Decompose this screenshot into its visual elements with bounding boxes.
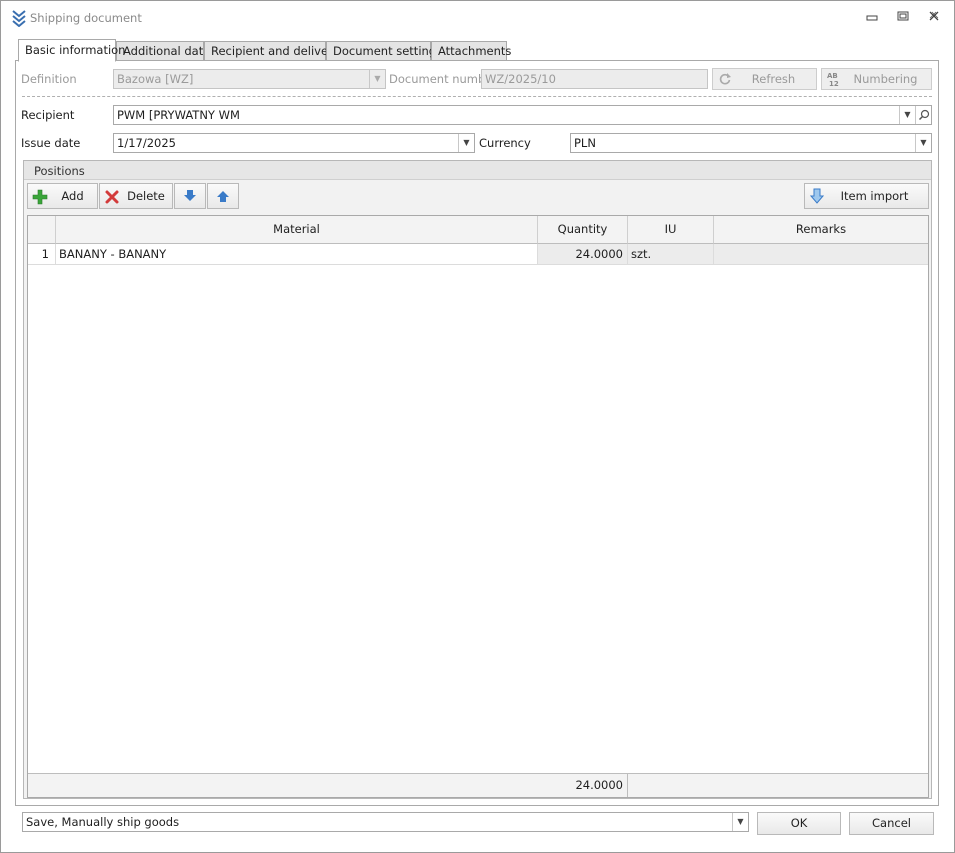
positions-header: Positions <box>24 161 931 180</box>
row-number-cell: 1 <box>28 244 56 265</box>
chevron-down-icon[interactable]: ▼ <box>732 813 748 831</box>
row-number-header <box>28 216 56 244</box>
positions-grid: Material Quantity IU Remarks 1 BANANY - … <box>27 215 929 798</box>
window-title: Shipping document <box>30 11 142 25</box>
import-icon <box>809 188 825 212</box>
currency-select[interactable]: PLN ▼ <box>570 133 932 153</box>
column-header-iu[interactable]: IU <box>628 216 714 244</box>
restore-icon[interactable] <box>894 10 912 26</box>
iu-cell[interactable]: szt. <box>628 244 714 265</box>
app-logo-icon <box>11 9 27 28</box>
arrow-down-icon <box>183 189 197 209</box>
chevron-down-icon: ▼ <box>369 70 385 88</box>
search-icon[interactable] <box>915 106 931 124</box>
basic-information-panel: Definition Bazowa [WZ] ▼ Document number… <box>15 60 939 806</box>
move-down-button[interactable] <box>174 183 206 209</box>
positions-title: Positions <box>34 164 85 178</box>
numbering-icon: AB 12 <box>827 71 843 89</box>
tab-additional-data[interactable]: Additional data <box>116 41 210 61</box>
refresh-icon <box>718 72 732 92</box>
refresh-button[interactable]: Refresh <box>712 68 817 90</box>
refresh-label: Refresh <box>751 72 796 86</box>
recipient-field[interactable]: PWM [PRYWATNY WM ▼ <box>113 105 932 125</box>
shipping-document-window: Shipping document Basic information Addi… <box>0 0 955 853</box>
add-button[interactable]: Add <box>27 183 98 209</box>
chevron-down-icon[interactable]: ▼ <box>915 134 931 152</box>
tab-recipient-and-delivery[interactable]: Recipient and delivery <box>204 41 340 61</box>
total-quantity: 24.0000 <box>538 774 628 797</box>
cancel-button[interactable]: Cancel <box>849 812 934 835</box>
issue-date-label: Issue date <box>21 136 81 150</box>
separator-line <box>22 96 932 97</box>
numbering-button[interactable]: AB 12 Numbering <box>821 68 932 90</box>
arrow-up-icon <box>216 189 230 209</box>
column-header-quantity[interactable]: Quantity <box>538 216 628 244</box>
move-up-button[interactable] <box>207 183 239 209</box>
minimize-icon[interactable] <box>863 10 881 26</box>
column-header-material[interactable]: Material <box>56 216 538 244</box>
chevron-down-icon[interactable]: ▼ <box>899 106 915 124</box>
definition-value: Bazowa [WZ] <box>117 72 194 86</box>
tab-attachments[interactable]: Attachments <box>431 41 511 61</box>
issue-date-field[interactable]: 1/17/2025 ▼ <box>113 133 475 153</box>
svg-text:12: 12 <box>829 80 839 87</box>
quantity-cell[interactable]: 24.0000 <box>538 244 628 265</box>
grid-footer: 24.0000 <box>28 773 928 797</box>
item-import-button[interactable]: Item import <box>804 183 929 209</box>
add-icon <box>32 189 48 213</box>
svg-text:AB: AB <box>827 72 838 80</box>
tab-basic-information[interactable]: Basic information <box>18 39 125 62</box>
save-action-select[interactable]: Save, Manually ship goods ▼ <box>22 812 749 832</box>
delete-icon <box>104 189 120 213</box>
item-import-label: Item import <box>840 189 909 203</box>
ok-button[interactable]: OK <box>757 812 841 835</box>
close-icon[interactable] <box>925 10 943 26</box>
definition-select: Bazowa [WZ] ▼ <box>113 69 386 89</box>
column-header-remarks[interactable]: Remarks <box>714 216 928 244</box>
document-number-field: WZ/2025/10 <box>481 69 708 89</box>
issue-date-value: 1/17/2025 <box>117 136 176 150</box>
positions-group: Positions Add Delete Item import Materia… <box>23 160 932 799</box>
chevron-down-icon[interactable]: ▼ <box>458 134 474 152</box>
title-bar: Shipping document <box>1 1 954 35</box>
remarks-cell[interactable] <box>714 244 928 265</box>
recipient-label: Recipient <box>21 108 75 122</box>
currency-label: Currency <box>479 136 531 150</box>
document-number-value: WZ/2025/10 <box>485 72 556 86</box>
recipient-value: PWM [PRYWATNY WM <box>117 108 240 122</box>
numbering-label: Numbering <box>853 72 918 86</box>
tab-document-settings[interactable]: Document settings <box>326 41 442 61</box>
definition-label: Definition <box>21 72 77 86</box>
currency-value: PLN <box>574 136 596 150</box>
material-cell[interactable]: BANANY - BANANY <box>56 244 538 265</box>
save-action-value: Save, Manually ship goods <box>26 815 180 829</box>
delete-button[interactable]: Delete <box>99 183 173 209</box>
